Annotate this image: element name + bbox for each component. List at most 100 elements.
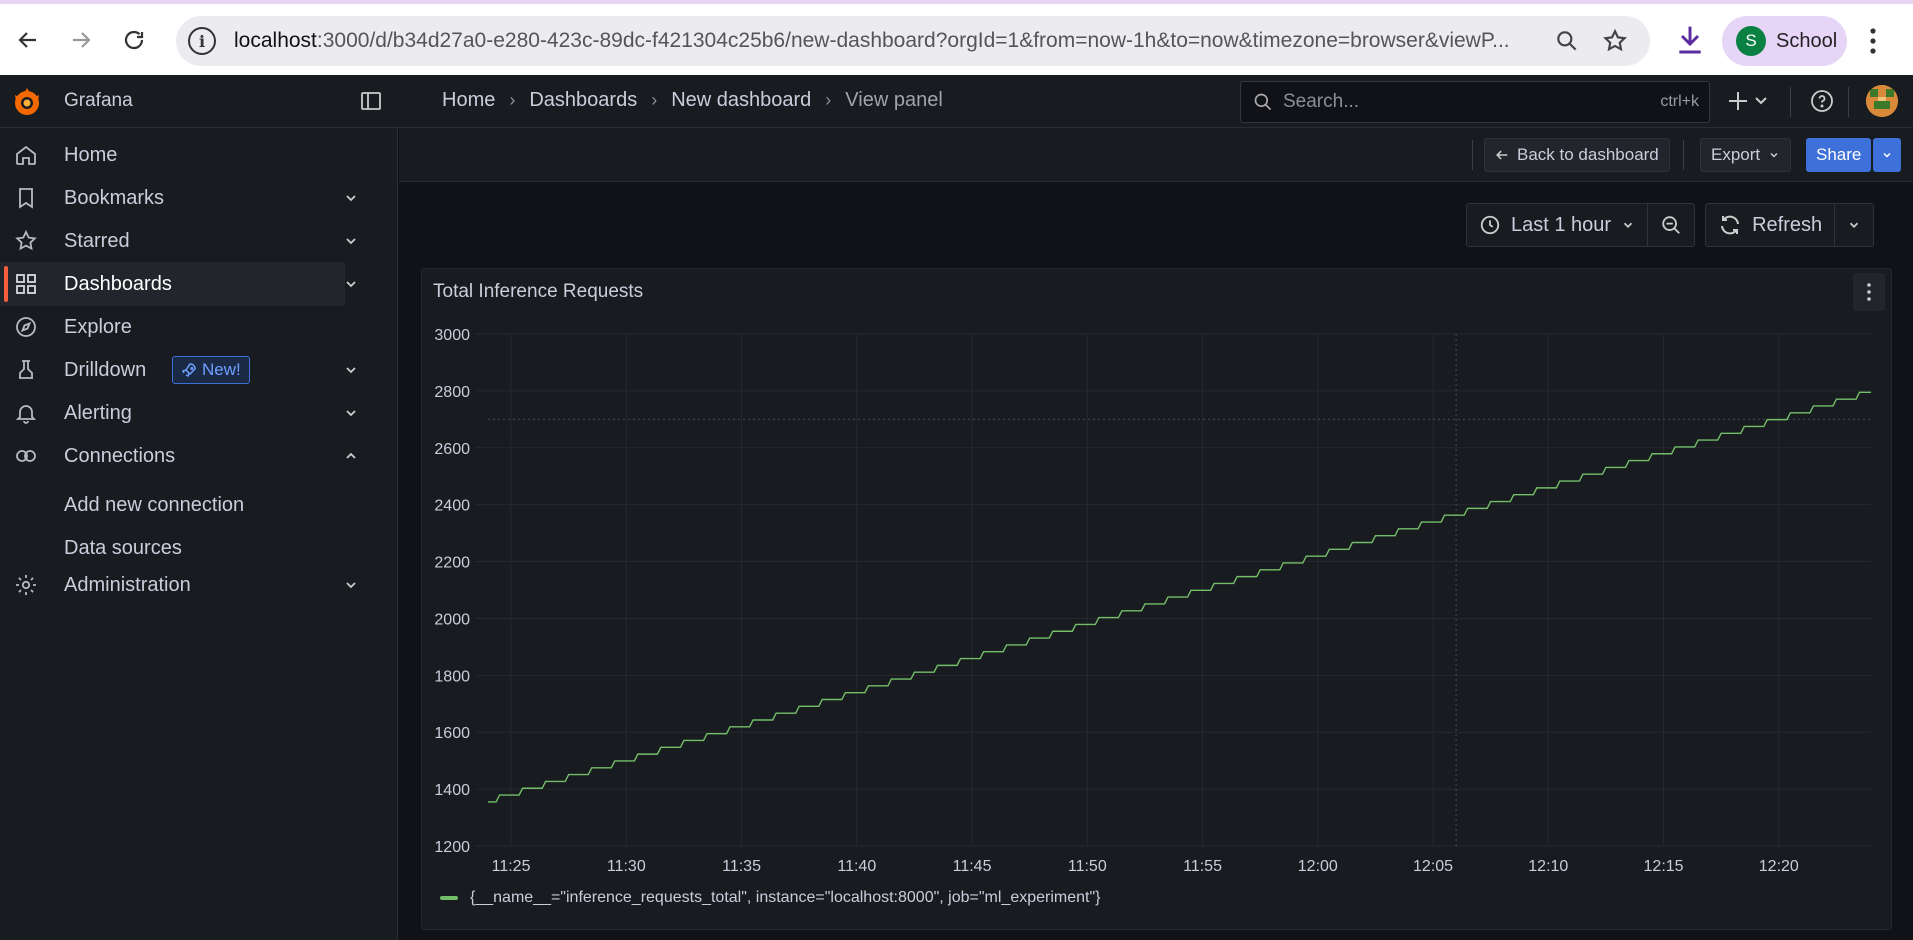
share-options-button[interactable] [1873,138,1901,172]
y-tick-label: 3000 [434,327,470,344]
zoom-out-button[interactable] [1648,203,1696,247]
sidebar-item-drilldown[interactable]: Drilldown New! [0,348,356,392]
grafana-topbar: Grafana Home › Dashboards › New dashboar… [0,75,1913,128]
reload-icon[interactable] [114,20,154,60]
x-tick-label: 11:45 [953,858,992,875]
chevron-down-icon[interactable] [343,405,359,421]
bell-icon [15,405,37,424]
profile-name: School [1776,29,1838,52]
refresh-button[interactable]: Refresh [1705,203,1836,247]
breadcrumb-new-dashboard[interactable]: New dashboard [671,89,811,112]
browser-menu-icon[interactable] [1868,26,1878,56]
line-chart[interactable]: 1200 1400 1600 1800 2000 2200 2400 2600 2800 3000… [422,269,1893,889]
export-label: Export [1711,145,1761,164]
chevron-down-icon[interactable] [343,276,359,292]
chevron-down-icon [1883,152,1891,158]
breadcrumb-separator-icon: › [509,90,516,110]
help-icon[interactable] [1810,89,1834,113]
url-path: :3000/d/b34d27a0-e280-423c-89dc-f421304c… [316,29,1510,52]
chevron-down-icon[interactable] [343,233,359,249]
rocket-icon [181,363,196,378]
drilldown-icon [19,360,33,379]
sidebar-item-explore[interactable]: Explore [0,305,345,349]
dock-menu-icon[interactable] [360,90,382,112]
y-tick-label: 2000 [434,611,470,628]
back-to-dashboard-label: Back to dashboard [1517,145,1659,164]
back-arrow-icon[interactable] [8,20,48,60]
topbar-divider [1790,87,1791,117]
url-host: localhost [234,29,317,52]
grafana-logo-icon[interactable] [10,85,44,119]
sidebar-item-label: Connections [64,444,176,467]
x-tick-label: 11:30 [607,858,646,875]
x-tick-label: 11:40 [837,858,876,875]
y-tick-label: 1400 [434,782,470,799]
x-tick-label: 11:50 [1068,858,1107,875]
breadcrumb-home[interactable]: Home [442,89,495,112]
profile-chip[interactable]: S School [1722,16,1847,66]
time-range-picker[interactable]: Last 1 hour [1466,203,1649,247]
new-badge: New! [172,356,250,384]
sidebar-item-label: Home [64,143,118,166]
forward-arrow-icon[interactable] [61,20,101,60]
refresh-interval-button[interactable] [1835,203,1875,247]
x-tick-label: 11:35 [722,858,761,875]
chart-legend[interactable]: {__name__="inference_requests_total", in… [440,889,1100,907]
sidebar-item-bookmarks[interactable]: Bookmarks [0,176,356,220]
chevron-down-icon [1770,152,1778,158]
site-info-icon[interactable]: i [188,27,216,55]
sidebar-item-starred[interactable]: Starred [0,219,356,263]
profile-avatar: S [1736,26,1766,56]
sidebar-item-administration[interactable]: Administration [0,563,356,607]
topbar-divider [1848,87,1849,117]
search-shortcut: ctrl+k [1660,93,1699,110]
bookmark-icon [19,188,33,209]
compass-icon [16,317,36,337]
home-icon [16,145,36,165]
bookmark-star-icon[interactable] [1602,28,1628,54]
sidebar-item-add-new-connection[interactable]: Add new connection [64,494,244,517]
sidebar-item-alerting[interactable]: Alerting [0,391,356,435]
search-icon [1254,93,1272,111]
toolbar-divider [1683,140,1684,170]
search-input[interactable]: Search... ctrl+k [1240,81,1710,123]
share-button[interactable]: Share [1806,138,1872,172]
timeseries-panel: Total Inference Requests 1200 1400 1600 180… [421,268,1892,930]
sidebar-item-label: Dashboards [64,272,172,295]
y-tick-label: 2400 [434,498,470,515]
sidebar-item-label: Drilldown [64,358,147,381]
sidebar-item-connections[interactable]: Connections [0,434,356,478]
time-controls: Last 1 hour Refresh [1466,203,1875,247]
url-text[interactable]: localhost:3000/d/b34d27a0-e280-423c-89dc… [234,29,1544,53]
breadcrumb-dashboards[interactable]: Dashboards [529,89,637,112]
zoom-out-icon [1662,216,1680,234]
chevron-down-icon [1849,222,1859,228]
new-menu-button[interactable] [1728,88,1772,120]
address-bar[interactable]: i localhost:3000/d/b34d27a0-e280-423c-89… [176,16,1650,66]
grafana-brand: Grafana [64,90,133,111]
chevron-down-icon[interactable] [343,577,359,593]
back-to-dashboard-button[interactable]: Back to dashboard [1484,138,1670,172]
y-tick-label: 1600 [434,725,470,742]
sidebar-item-dashboards[interactable]: Dashboards [0,262,356,306]
user-avatar[interactable] [1866,85,1898,117]
zoom-icon[interactable] [1554,28,1580,54]
x-tick-label: 11:55 [1183,858,1222,875]
download-icon[interactable] [1674,22,1706,58]
legend-label: {__name__="inference_requests_total", in… [470,889,1101,906]
breadcrumb: Home › Dashboards › New dashboard › View… [442,89,943,112]
breadcrumb-separator-icon: › [651,90,658,110]
x-tick-label: 12:20 [1759,858,1799,875]
star-icon [15,229,37,251]
search-placeholder: Search... [1283,91,1360,112]
chevron-down-icon[interactable] [343,190,359,206]
sidebar-item-home[interactable]: Home [0,133,345,177]
sidebar-item-label: Explore [64,315,132,338]
chevron-up-icon[interactable] [343,448,359,464]
sidebar-item-label: Starred [64,229,130,252]
refresh-icon [1721,215,1740,235]
sidebar-item-data-sources[interactable]: Data sources [64,537,182,560]
y-tick-label: 2200 [434,555,470,572]
chevron-down-icon[interactable] [343,362,359,378]
export-button[interactable]: Export [1700,138,1792,172]
